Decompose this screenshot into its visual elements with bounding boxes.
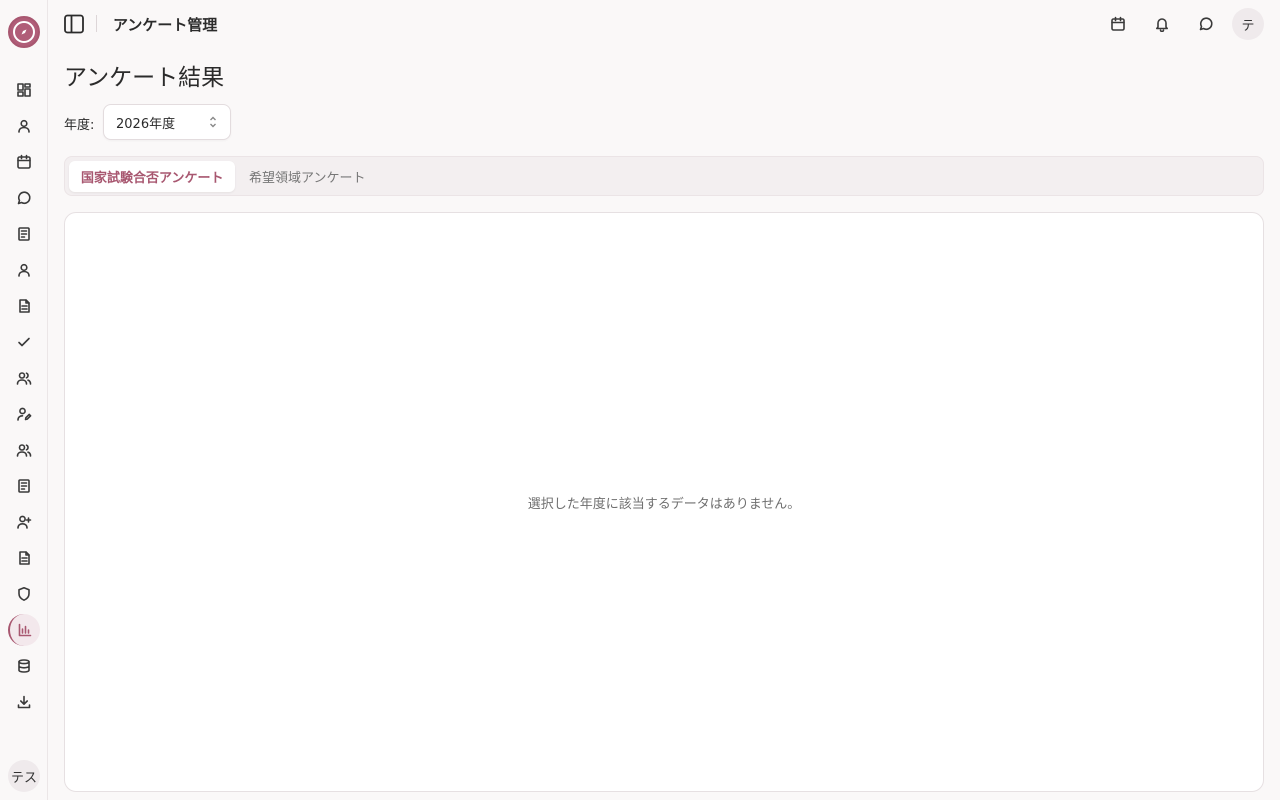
users-icon: [16, 444, 32, 457]
results-panel: 選択した年度に該当するデータはありません。: [64, 212, 1264, 792]
sidebar-item-user-edit[interactable]: [8, 398, 40, 430]
sidebar-item-download[interactable]: [8, 686, 40, 718]
shield-icon: [18, 587, 30, 601]
year-select-value: 2026年度: [116, 116, 176, 132]
download-icon: [17, 695, 31, 709]
sidebar-item-tasks[interactable]: [8, 326, 40, 358]
sidebar-item-survey-results[interactable]: [8, 614, 40, 646]
sidebar-item-chat[interactable]: [8, 182, 40, 214]
user-pen-icon: [17, 407, 32, 421]
sidebar-item-records[interactable]: [8, 470, 40, 502]
user-icon: [18, 263, 30, 277]
sidebar-item-user[interactable]: [8, 110, 40, 142]
bar-chart-icon: [18, 623, 32, 637]
user-avatar[interactable]: テス: [8, 760, 40, 792]
header-divider: [96, 15, 97, 32]
sidebar-item-profile[interactable]: [8, 254, 40, 286]
tab-national-exam-survey[interactable]: 国家試験合否アンケート: [69, 161, 236, 192]
sidebar-item-dashboard[interactable]: [8, 74, 40, 106]
messages-button[interactable]: [1192, 10, 1220, 38]
compass-icon: [13, 21, 35, 43]
tab-desired-field-survey[interactable]: 希望領域アンケート: [237, 161, 377, 192]
chat-icon: [1199, 17, 1213, 31]
sidebar-item-documents[interactable]: [8, 290, 40, 322]
chevrons-up-down-icon: [210, 116, 216, 128]
header-avatar[interactable]: テ: [1232, 8, 1264, 40]
sidebar-item-notebook[interactable]: [8, 218, 40, 250]
user-icon: [18, 119, 30, 133]
check-icon: [18, 337, 30, 347]
header-title: アンケート管理: [113, 16, 218, 34]
notebook-icon: [18, 479, 30, 493]
sidebar-item-calendar[interactable]: [8, 146, 40, 178]
file-text-icon: [19, 299, 30, 313]
calendar-icon: [17, 154, 31, 169]
year-label: 年度:: [64, 118, 95, 133]
bell-icon: [1156, 18, 1168, 32]
database-icon: [18, 659, 30, 673]
sidebar-item-database[interactable]: [8, 650, 40, 682]
calendar-button[interactable]: [1104, 10, 1132, 38]
sidebar-item-members[interactable]: [8, 434, 40, 466]
app-logo[interactable]: [8, 16, 40, 48]
empty-state-message: 選択した年度に該当するデータはありません。: [527, 496, 801, 512]
sidebar-item-add-user[interactable]: [8, 506, 40, 538]
year-select[interactable]: 2026年度: [103, 104, 231, 140]
sidebar-toggle-button[interactable]: [62, 12, 86, 36]
sidebar-item-groups[interactable]: [8, 362, 40, 394]
page-title: アンケート結果: [64, 65, 225, 91]
panel-left-icon: [64, 14, 84, 34]
sidebar: テス: [0, 0, 48, 800]
calendar-icon: [1111, 16, 1125, 31]
file-text-icon: [19, 551, 30, 565]
survey-tabs: 国家試験合否アンケート 希望領域アンケート: [64, 156, 1264, 196]
user-plus-icon: [17, 515, 32, 529]
chat-icon: [17, 191, 31, 205]
users-icon: [16, 372, 32, 385]
notifications-button[interactable]: [1148, 10, 1176, 38]
sidebar-item-reports[interactable]: [8, 542, 40, 574]
dashboard-icon: [17, 83, 31, 97]
notebook-icon: [18, 227, 30, 241]
sidebar-item-security[interactable]: [8, 578, 40, 610]
